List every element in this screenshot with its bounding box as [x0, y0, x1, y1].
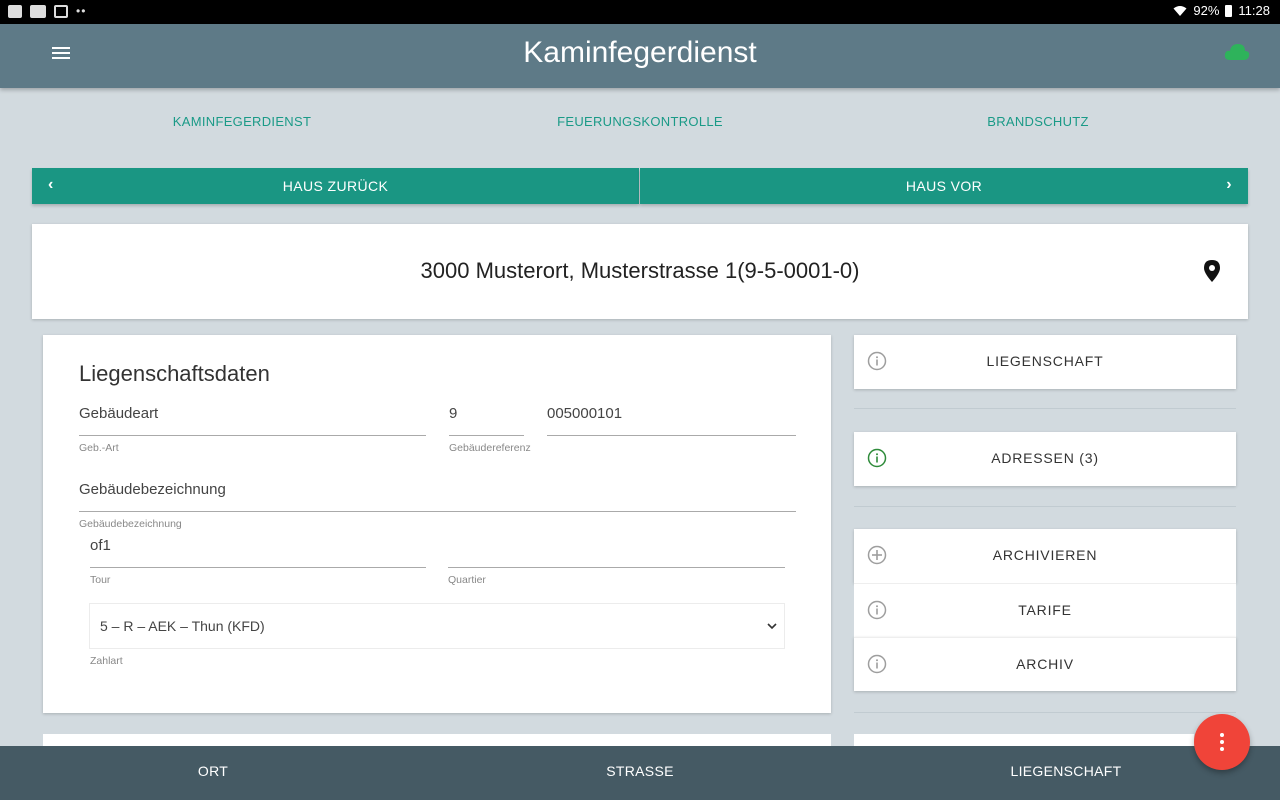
wifi-icon — [1173, 5, 1187, 16]
chevron-down-icon — [767, 623, 777, 630]
bottom-navigation: ORT STRASSE LIEGENSCHAFT — [0, 746, 1280, 800]
house-forward-button[interactable]: HAUS VOR › — [640, 168, 1248, 204]
map-pin-icon[interactable] — [1204, 260, 1220, 282]
house-back-label: HAUS ZURÜCK — [282, 178, 389, 194]
payment-type-value: 5 – R – AEK – Thun (KFD) — [100, 618, 265, 634]
divider — [854, 506, 1236, 507]
building-reference-number-value: 9 — [449, 405, 458, 422]
app-title: Kaminfegerdienst — [523, 36, 757, 69]
divider — [854, 712, 1236, 713]
property-data-card: Liegenschaftsdaten Gebäudeart Geb.-Art 9… — [43, 335, 831, 713]
bottom-nav-strasse[interactable]: STRASSE — [540, 763, 740, 779]
building-reference-label: Gebäudereferenz — [449, 442, 531, 454]
building-name-field[interactable]: Gebäudebezeichnung Gebäudebezeichnung — [79, 481, 796, 531]
building-type-label: Geb.-Art — [79, 442, 119, 454]
building-reference-number-underline — [449, 435, 524, 436]
house-forward-label: HAUS VOR — [905, 178, 983, 194]
building-reference-field[interactable]: 005000101 — [547, 405, 796, 455]
tarife-label: TARIFE — [1018, 602, 1072, 618]
tour-label: Tour — [90, 574, 111, 586]
app-bar: Kaminfegerdienst — [0, 24, 1280, 88]
more-options-fab[interactable] — [1194, 714, 1250, 770]
building-name-underline — [79, 511, 796, 512]
building-reference-number-field[interactable]: 9 Gebäudereferenz — [449, 405, 531, 455]
form-title: Liegenschaftsdaten — [79, 361, 270, 386]
tab-feuerungskontrolle[interactable]: FEUERUNGSKONTROLLE — [530, 114, 750, 129]
payment-type-select[interactable]: 5 – R – AEK – Thun (KFD) — [89, 603, 785, 649]
building-reference-value: 005000101 — [547, 405, 623, 422]
gmail-icon — [54, 4, 68, 18]
building-type-field[interactable]: Gebäudeart Geb.-Art — [79, 405, 426, 455]
status-bar: •• 92% 11:28 — [0, 0, 1280, 24]
tarife-button[interactable]: TARIFE — [854, 583, 1236, 637]
clock: 11:28 — [1238, 3, 1270, 18]
tab-kaminfegerdienst[interactable]: KAMINFEGERDIENST — [142, 114, 342, 129]
battery-percent: 92% — [1193, 3, 1220, 18]
adressen-button[interactable]: ADRESSEN (3) — [854, 432, 1236, 486]
tab-brandschutz[interactable]: BRANDSCHUTZ — [948, 114, 1128, 129]
building-name-label: Gebäudebezeichnung — [79, 518, 182, 530]
archiv-label: ARCHIV — [1016, 656, 1074, 672]
address-text: 3000 Musterort, Musterstrasse 1(9-5-0001… — [420, 258, 860, 283]
liegenschaft-button[interactable]: LIEGENSCHAFT — [854, 335, 1236, 389]
battery-icon — [1225, 4, 1233, 17]
archivieren-label: ARCHIVIEREN — [992, 547, 1098, 563]
divider — [854, 408, 1236, 409]
adressen-label: ADRESSEN (3) — [991, 450, 1099, 466]
cloud-icon[interactable] — [1224, 42, 1250, 62]
youtube-icon — [30, 4, 46, 18]
status-right: 92% 11:28 — [1173, 3, 1270, 18]
tour-value: of1 — [90, 537, 111, 554]
building-type-value: Gebäudeart — [79, 405, 159, 422]
chevron-right-icon: › — [1226, 176, 1232, 193]
archiv-button[interactable]: ARCHIV — [854, 637, 1236, 691]
quartier-field[interactable]: Quartier — [448, 537, 785, 587]
status-left-icons: •• — [8, 4, 86, 18]
more-vert-icon — [1220, 733, 1224, 751]
address-card: 3000 Musterort, Musterstrasse 1(9-5-0001… — [32, 224, 1248, 319]
more-notifications-indicator: •• — [76, 4, 87, 18]
gallery-icon — [8, 4, 22, 18]
chevron-left-icon: ‹ — [48, 176, 54, 193]
quartier-label: Quartier — [448, 574, 486, 586]
payment-type-label: Zahlart — [90, 655, 123, 667]
bottom-nav-ort[interactable]: ORT — [113, 763, 313, 779]
liegenschaft-label: LIEGENSCHAFT — [986, 353, 1104, 369]
quartier-underline — [448, 567, 785, 568]
building-name-value: Gebäudebezeichnung — [79, 481, 226, 498]
building-reference-underline — [547, 435, 796, 436]
archivieren-button[interactable]: ARCHIVIEREN — [854, 529, 1236, 583]
bottom-nav-liegenschaft[interactable]: LIEGENSCHAFT — [966, 763, 1166, 779]
building-type-underline — [79, 435, 426, 436]
tour-field[interactable]: of1 Tour — [90, 537, 426, 587]
tour-underline — [90, 567, 426, 568]
house-back-button[interactable]: ‹ HAUS ZURÜCK — [32, 168, 639, 204]
